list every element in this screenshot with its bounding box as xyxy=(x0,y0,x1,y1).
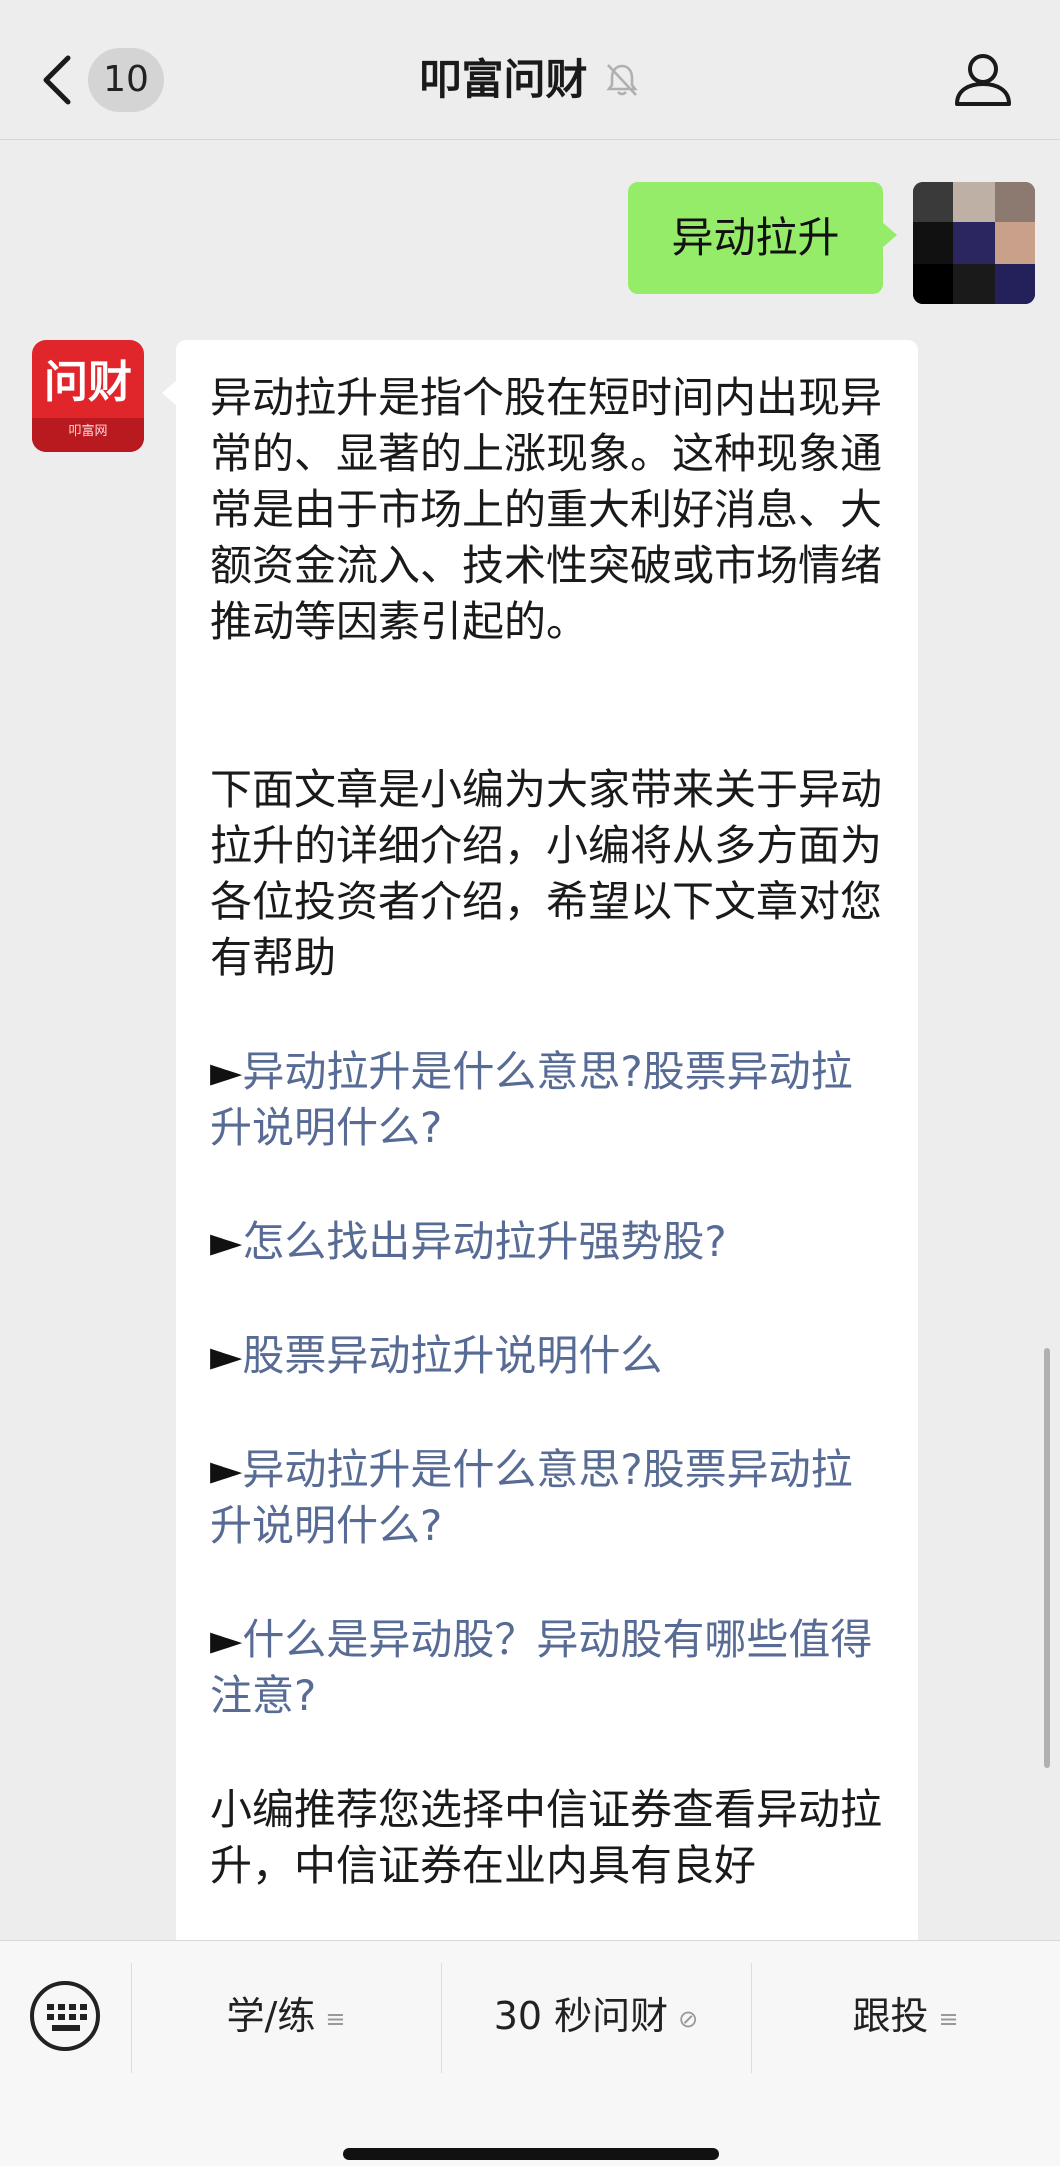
keyboard-icon[interactable] xyxy=(30,1981,100,2051)
avatar-logo-text: 问财 xyxy=(44,357,132,408)
menu-item-30s-ask[interactable]: 30 秒问财 ⊘ xyxy=(441,1981,751,2051)
closing-paragraph: 小编推荐您选择中信证券查看异动拉升，中信证券在业内具有良好 xyxy=(210,1785,883,1890)
bullet-marker: ► xyxy=(210,1047,243,1096)
article-link-text[interactable]: 怎么找出异动拉升强势股? xyxy=(242,1217,726,1266)
article-link[interactable]: ►异动拉升是什么意思?股票异动拉升说明什么? xyxy=(210,1442,884,1554)
bullet-marker: ► xyxy=(210,1615,243,1664)
title-area: 叩富问财 xyxy=(0,48,1060,112)
menu-lines-icon: ≡ xyxy=(325,2004,346,2033)
chat-header: 10 叩富问财 xyxy=(0,0,1060,140)
bell-muted-icon xyxy=(603,61,641,99)
article-link-text[interactable]: 异动拉升是什么意思?股票异动拉升说明什么? xyxy=(210,1445,853,1550)
avatar-logo-subtext: 叩富网 xyxy=(68,424,108,439)
menu-item-follow-invest[interactable]: 跟投 ≡ xyxy=(751,1981,1060,2051)
bullet-marker: ► xyxy=(210,1217,243,1266)
article-link[interactable]: ►怎么找出异动拉升强势股? xyxy=(210,1214,884,1270)
article-link-text[interactable]: 股票异动拉升说明什么 xyxy=(242,1331,662,1380)
chat-title: 叩富问财 xyxy=(419,55,588,104)
scrollbar-thumb[interactable] xyxy=(1044,1348,1050,1768)
bottom-menu-bar: 学/练 ≡ 30 秒问财 ⊘ 跟投 ≡ xyxy=(0,1940,1060,2166)
user-avatar[interactable] xyxy=(913,182,1035,304)
bullet-marker: ► xyxy=(210,1445,243,1494)
article-link-text[interactable]: 什么是异动股？异动股有哪些值得注意? xyxy=(210,1615,872,1720)
article-link-text[interactable]: 异动拉升是什么意思?股票异动拉升说明什么? xyxy=(210,1047,853,1152)
article-link[interactable]: ►什么是异动股？异动股有哪些值得注意? xyxy=(210,1612,884,1724)
menu-item-label: 30 秒问财 xyxy=(493,1994,669,2038)
user-profile-icon[interactable] xyxy=(953,52,1013,108)
user-message-bubble[interactable]: 异动拉升 xyxy=(628,182,897,294)
home-indicator[interactable] xyxy=(343,2148,719,2160)
mini-program-icon: ⊘ xyxy=(678,2004,699,2033)
menu-item-learn-practice[interactable]: 学/练 ≡ xyxy=(131,1981,441,2051)
article-link[interactable]: ►股票异动拉升说明什么 xyxy=(210,1328,884,1384)
intro-paragraph: 异动拉升是指个股在短时间内出现异常的、显著的上涨现象。这种现象通常是由于市场上的… xyxy=(210,373,883,646)
bullet-marker: ► xyxy=(210,1331,243,1380)
menu-item-label: 跟投 xyxy=(852,1994,929,2038)
lead-paragraph: 下面文章是小编为大家带来关于异动拉升的详细介绍，小编将从多方面为各位投资者介绍，… xyxy=(210,765,883,982)
article-link[interactable]: ►异动拉升是什么意思?股票异动拉升说明什么? xyxy=(210,1044,884,1156)
bot-avatar[interactable]: 问财 叩富网 xyxy=(32,340,144,452)
menu-lines-icon: ≡ xyxy=(938,2004,959,2033)
bot-message-bubble: 异动拉升是指个股在短时间内出现异常的、显著的上涨现象。这种现象通常是由于市场上的… xyxy=(162,340,918,2040)
menu-item-label: 学/练 xyxy=(226,1994,316,2038)
